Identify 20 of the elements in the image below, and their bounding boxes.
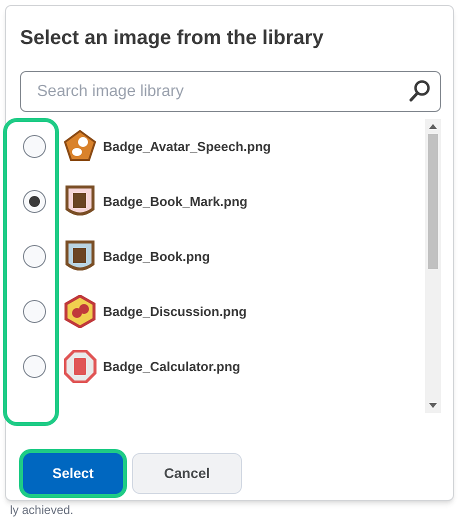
select-button[interactable]: Select (23, 453, 123, 494)
background-text: ly achieved. (10, 502, 74, 518)
file-name[interactable]: Badge_Avatar_Speech.png (103, 136, 271, 156)
file-name[interactable]: Badge_Calculator.png (103, 356, 240, 376)
scrollbar[interactable] (425, 119, 441, 413)
file-name[interactable]: Badge_Book.png (103, 246, 210, 266)
radio-button[interactable] (23, 135, 46, 158)
radio-button[interactable] (23, 300, 46, 323)
scroll-up-icon[interactable] (429, 124, 437, 129)
file-name[interactable]: Badge_Book_Mark.png (103, 192, 248, 212)
search-icon[interactable] (409, 79, 431, 103)
search-field[interactable]: Search image library (20, 71, 441, 112)
radio-button[interactable] (23, 190, 46, 213)
dialog-title: Select an image from the library (19, 26, 324, 50)
radio-button[interactable] (23, 245, 46, 268)
scrollbar-thumb[interactable] (428, 134, 438, 269)
file-name[interactable]: Badge_Discussion.png (103, 302, 247, 322)
scroll-down-icon[interactable] (429, 403, 437, 408)
radio-button[interactable] (23, 355, 46, 378)
cancel-button[interactable]: Cancel (132, 453, 242, 494)
